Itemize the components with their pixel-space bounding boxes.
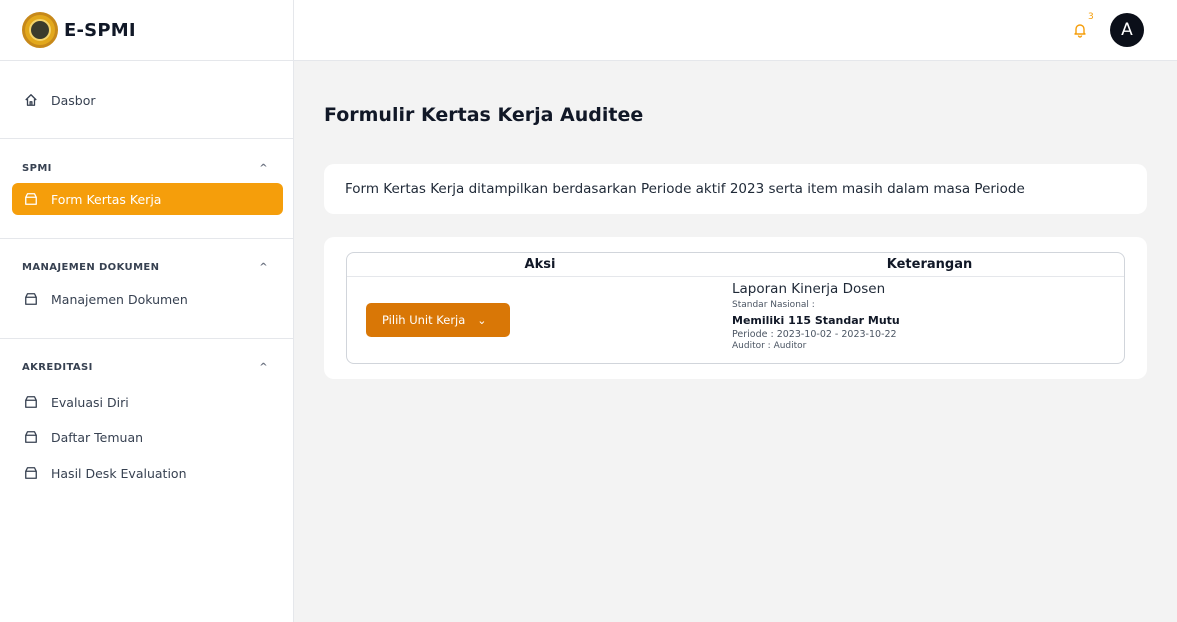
divider <box>0 238 294 239</box>
chevron-up-icon: ^ <box>259 163 268 174</box>
info-card: Form Kertas Kerja ditampilkan berdasarka… <box>324 164 1147 214</box>
sidebar-item-label: Manajemen Dokumen <box>51 291 188 307</box>
chevron-up-icon: ^ <box>259 362 268 373</box>
section-title-akreditasi[interactable]: AKREDITASI ^ <box>22 362 272 373</box>
chevron-down-icon: ⌄ <box>477 313 487 327</box>
period-text: Periode : 2023-10-02 - 2023-10-22 <box>732 329 897 340</box>
page-title: Formulir Kertas Kerja Auditee <box>324 104 644 126</box>
brand[interactable]: E-SPMI <box>0 0 293 61</box>
sidebar-item-label: Form Kertas Kerja <box>51 191 162 207</box>
sidebar-item-hasil-desk-evaluation[interactable]: Hasil Desk Evaluation <box>12 457 283 489</box>
section-title-manajemen-dokumen[interactable]: MANAJEMEN DOKUMEN ^ <box>22 262 272 273</box>
brand-name: E-SPMI <box>64 19 136 41</box>
auditor-text: Auditor : Auditor <box>732 341 807 351</box>
avatar[interactable]: A <box>1110 13 1144 47</box>
sidebar-item-manajemen-dokumen[interactable]: Manajemen Dokumen <box>12 283 283 315</box>
sidebar-item-form-kertas-kerja[interactable]: Form Kertas Kerja <box>12 183 283 215</box>
keterangan-cell: Laporan Kinerja Dosen Standar Nasional :… <box>732 281 1122 351</box>
divider <box>0 138 294 139</box>
sidebar-item-evaluasi-diri[interactable]: Evaluasi Diri <box>12 386 283 418</box>
university-logo-icon <box>22 12 58 48</box>
sidebar-item-label: Evaluasi Diri <box>51 394 129 410</box>
sidebar-item-label: Dasbor <box>51 92 96 108</box>
table-header: Aksi Keterangan <box>347 253 1124 277</box>
sidebar-item-label: Daftar Temuan <box>51 429 144 445</box>
home-icon <box>25 94 37 106</box>
data-table: Aksi Keterangan Pilih Unit Kerja ⌄ Lapor… <box>346 252 1125 364</box>
sidebar-item-dasbor[interactable]: Dasbor <box>12 84 283 116</box>
info-text: Form Kertas Kerja ditampilkan berdasarka… <box>345 181 1025 197</box>
item-title: Laporan Kinerja Dosen <box>732 281 886 297</box>
topbar: 3 A <box>294 0 1177 61</box>
table-card: Aksi Keterangan Pilih Unit Kerja ⌄ Lapor… <box>324 237 1147 379</box>
folder-icon <box>25 396 37 408</box>
sidebar-item-daftar-temuan[interactable]: Daftar Temuan <box>12 421 283 453</box>
folder-icon <box>25 293 37 305</box>
folder-icon <box>25 193 37 205</box>
standard-value: Memiliki 115 Standar Mutu <box>732 314 900 327</box>
section-title-spmi[interactable]: SPMI ^ <box>22 163 272 174</box>
standard-label: Standar Nasional : <box>732 300 815 310</box>
column-header-keterangan: Keterangan <box>886 257 973 272</box>
sidebar: E-SPMI Dasbor SPMI ^ Form Kertas Kerja M… <box>0 0 294 622</box>
column-header-aksi: Aksi <box>524 257 556 272</box>
notification-count-badge: 3 <box>1088 12 1094 22</box>
bell-icon[interactable] <box>1072 22 1088 38</box>
folder-icon <box>25 467 37 479</box>
chevron-up-icon: ^ <box>259 262 268 273</box>
divider <box>0 338 294 339</box>
pilih-unit-kerja-button[interactable]: Pilih Unit Kerja ⌄ <box>366 303 510 337</box>
sidebar-item-label: Hasil Desk Evaluation <box>51 465 187 481</box>
folder-icon <box>25 431 37 443</box>
